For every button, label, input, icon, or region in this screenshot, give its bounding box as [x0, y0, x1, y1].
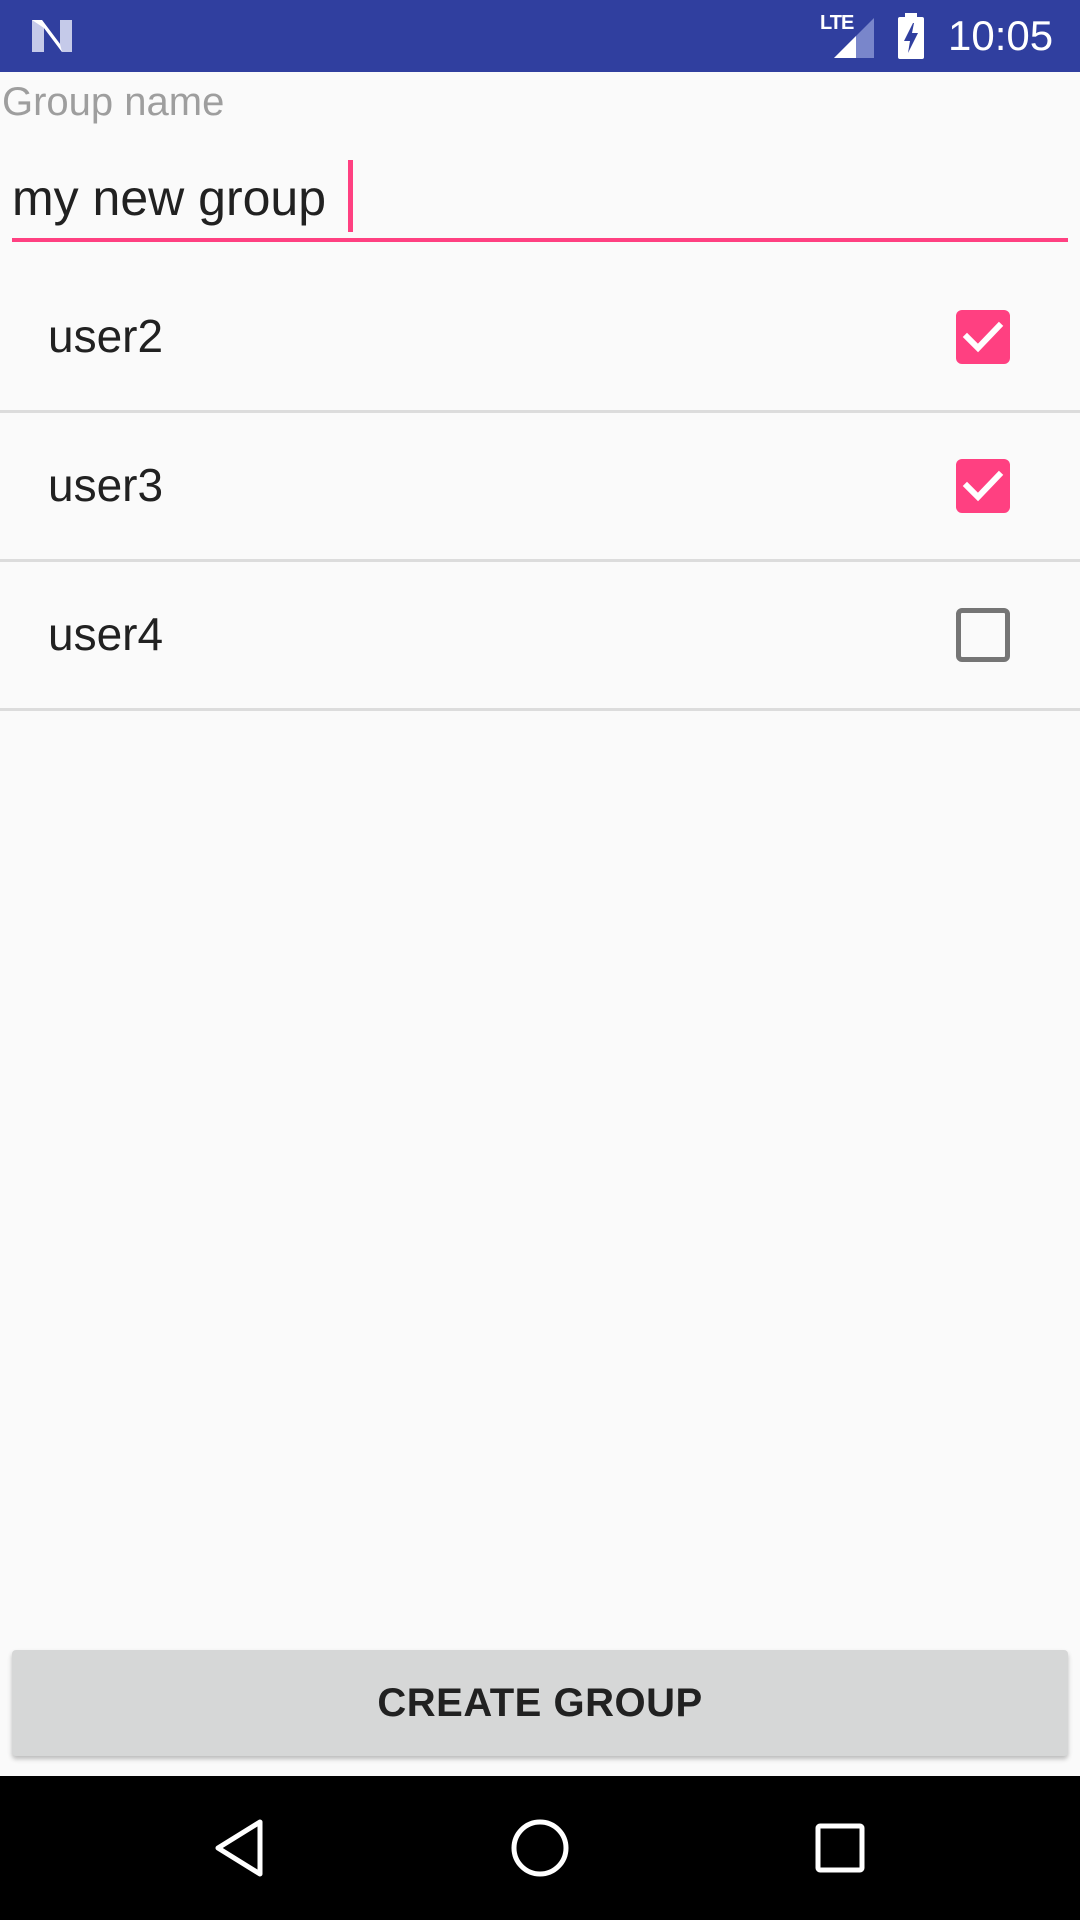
group-name-input[interactable]: [12, 158, 1068, 242]
user-name: user2: [48, 310, 164, 362]
check-icon: [962, 321, 1004, 353]
status-bar: LTE 10:05: [0, 0, 1080, 72]
user4-checkbox[interactable]: [956, 608, 1010, 662]
user-list: user2 user3 user4: [0, 264, 1080, 711]
user2-checkbox[interactable]: [956, 310, 1010, 364]
clock: 10:05: [948, 12, 1054, 59]
list-item-user4[interactable]: user4: [0, 562, 1080, 711]
user3-checkbox[interactable]: [956, 459, 1010, 513]
back-icon[interactable]: [204, 1812, 276, 1884]
signal-icon: [834, 18, 874, 58]
navigation-bar: [0, 1776, 1080, 1920]
check-icon: [962, 470, 1004, 502]
create-group-button[interactable]: CREATE GROUP: [12, 1650, 1068, 1756]
list-item-user2[interactable]: user2: [0, 264, 1080, 413]
user-name: user3: [48, 459, 164, 511]
battery-charging-icon: [898, 13, 924, 59]
group-name-label: Group name: [2, 80, 225, 124]
user-name: user4: [48, 608, 164, 660]
list-item-user3[interactable]: user3: [0, 413, 1080, 562]
recents-icon[interactable]: [804, 1812, 876, 1884]
text-cursor: [348, 160, 353, 232]
home-icon[interactable]: [504, 1812, 576, 1884]
android-n-notification-icon: [32, 20, 72, 52]
